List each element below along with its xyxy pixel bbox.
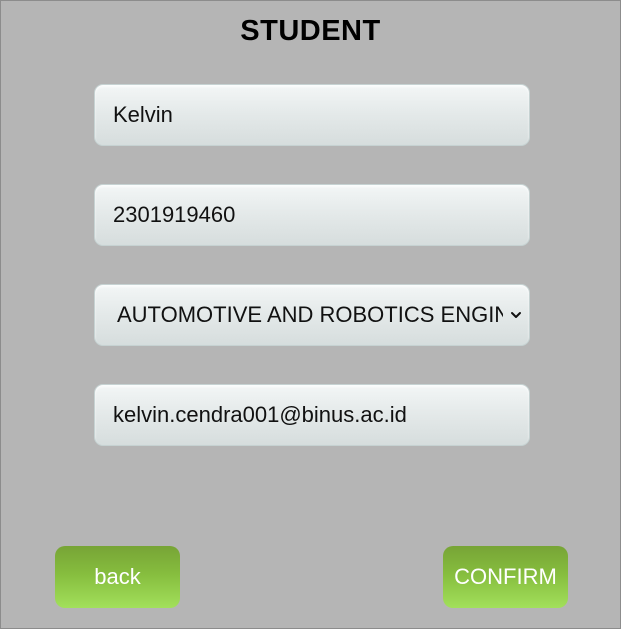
confirm-button-label: CONFIRM xyxy=(454,564,557,589)
confirm-button[interactable]: CONFIRM xyxy=(443,546,568,608)
name-field-value: Kelvin xyxy=(113,102,173,127)
back-button-label: back xyxy=(94,564,141,589)
name-field[interactable]: Kelvin xyxy=(94,84,530,146)
page-title: STUDENT xyxy=(240,15,381,47)
email-field-value: kelvin.cendra001@binus.ac.id xyxy=(113,402,407,427)
student-id-field[interactable]: 2301919460 xyxy=(94,184,530,246)
major-select-value: AUTOMOTIVE AND ROBOTICS ENGINEERING xyxy=(117,302,503,327)
student-id-field-value: 2301919460 xyxy=(113,202,236,227)
back-button[interactable]: back xyxy=(55,546,180,608)
major-select[interactable]: AUTOMOTIVE AND ROBOTICS ENGINEERING xyxy=(94,284,530,346)
student-form-panel: STUDENT Kelvin 2301919460 AUTOMOTIVE AND… xyxy=(0,0,621,629)
chevron-down-icon xyxy=(511,312,521,318)
email-field[interactable]: kelvin.cendra001@binus.ac.id xyxy=(94,384,530,446)
